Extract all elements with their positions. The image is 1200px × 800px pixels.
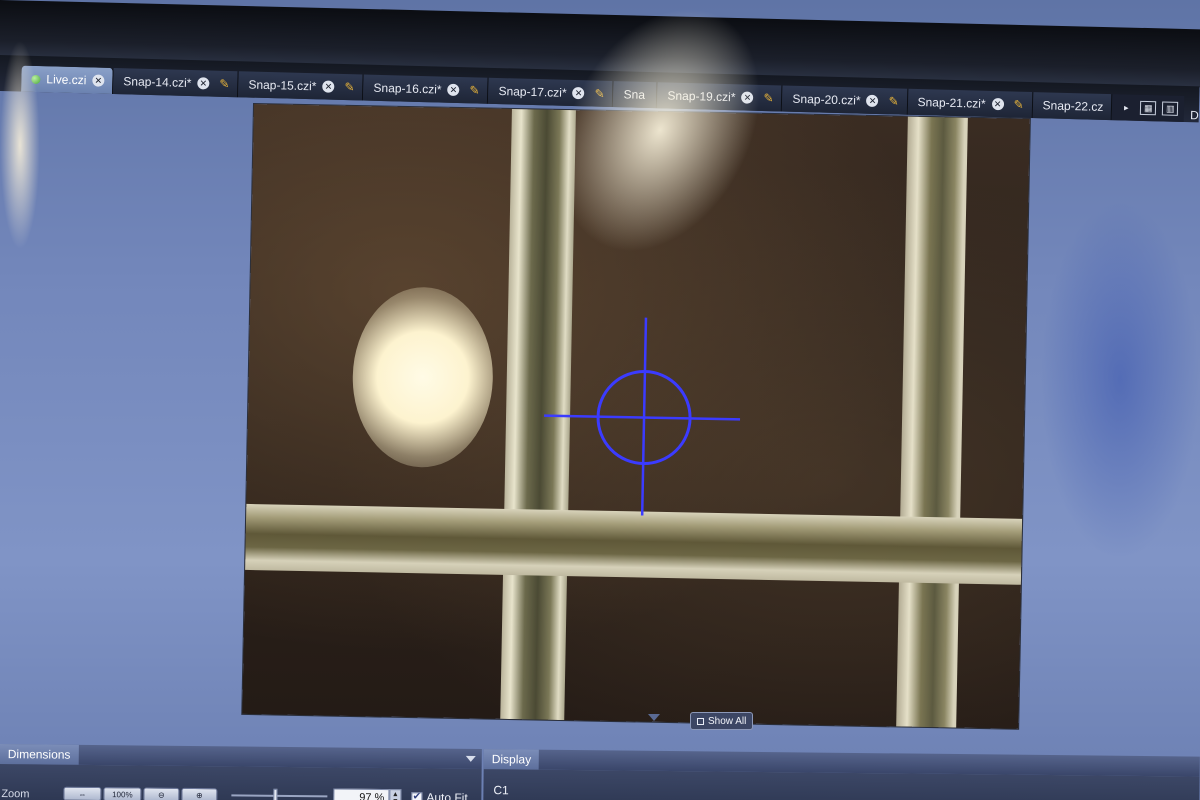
close-icon[interactable]: ✕	[92, 74, 105, 87]
tab-snap-20[interactable]: Snap-20.czi* ✕ ✎	[782, 85, 908, 115]
tab-display[interactable]: Display	[483, 749, 540, 770]
autofit-label: Auto Fit	[426, 790, 468, 800]
chevron-down-icon[interactable]	[465, 755, 476, 762]
pencil-icon: ✎	[888, 94, 899, 109]
tab-toolbar: ▸ ▦ ▥	[1112, 94, 1185, 123]
split-view-icon[interactable]: ▥	[1162, 101, 1179, 116]
zoom-in-button[interactable]: ⊕	[181, 787, 218, 800]
pencil-icon: ✎	[469, 83, 480, 98]
grid-bar-vertical	[896, 116, 968, 728]
tab-snap-19[interactable]: Snap-19.czi* ✕ ✎	[657, 82, 783, 112]
zoom-100-button[interactable]: 100%	[103, 787, 142, 800]
pencil-icon: ✎	[344, 80, 355, 95]
close-icon[interactable]: ✕	[572, 87, 585, 100]
dimensions-panel: Zoom ⇔ 100% ⊖ ⊕ 97 % ▲▼ ✔ Auto Fit	[0, 763, 482, 800]
fit-width-button[interactable]: ⇔	[63, 786, 102, 800]
pencil-icon: ✎	[594, 86, 605, 101]
zoom-spinner[interactable]: ▲▼	[389, 789, 402, 800]
tab-label: Live.czi	[46, 72, 87, 88]
tab-label: Snap-16.czi*	[373, 80, 442, 97]
channel-label: C1	[493, 783, 509, 798]
tab-label: Snap-22.cz	[1042, 98, 1104, 114]
tab-snap-18-partial[interactable]: Sna	[613, 81, 658, 109]
tab-label: Snap-19.czi*	[667, 88, 736, 105]
checkbox-icon	[697, 717, 704, 725]
tab-label: Snap-17.czi*	[498, 84, 567, 100]
image-viewport[interactable]	[242, 104, 1030, 729]
tab-label: Snap-21.czi*	[917, 95, 986, 111]
checkmark-icon: ✔	[411, 791, 423, 800]
screen-reflection	[1040, 200, 1200, 560]
autofit-checkbox[interactable]: ✔ Auto Fit	[411, 790, 468, 800]
live-status-icon	[31, 74, 41, 84]
tab-snap-15[interactable]: Snap-15.czi* ✕ ✎	[238, 71, 364, 101]
pencil-icon: ✎	[763, 91, 774, 106]
zoom-out-button[interactable]: ⊖	[143, 787, 180, 800]
close-icon[interactable]: ✕	[322, 80, 335, 93]
close-icon[interactable]: ✕	[197, 77, 210, 90]
light-glare	[351, 285, 495, 469]
tab-snap-14[interactable]: Snap-14.czi* ✕ ✎	[113, 67, 239, 98]
crosshair-icon	[544, 317, 741, 516]
zoom-in-icon: ⊕	[195, 790, 203, 800]
bottom-panels: Dimensions Display Zoom ⇔ 100% ⊖ ⊕ 97 % …	[0, 734, 1200, 800]
scroll-right-icon[interactable]: ▸	[1118, 100, 1134, 114]
tab-snap-17[interactable]: Snap-17.czi* ✕ ✎	[488, 77, 614, 108]
zoom-value-input[interactable]: 97 %	[333, 788, 390, 800]
tab-dimensions[interactable]: Dimensions	[0, 743, 79, 765]
tab-label: Snap-20.czi*	[792, 91, 861, 108]
zoom-label: Zoom	[1, 788, 30, 800]
close-icon[interactable]: ✕	[991, 97, 1004, 111]
edge-label: D	[1189, 108, 1200, 123]
tab-live[interactable]: Live.czi ✕	[21, 65, 114, 94]
show-all-button[interactable]: Show All	[690, 712, 754, 730]
grid-view-icon[interactable]: ▦	[1140, 100, 1157, 116]
close-icon[interactable]: ✕	[866, 94, 879, 108]
tab-label: Snap-15.czi*	[248, 77, 317, 94]
tab-snap-22[interactable]: Snap-22.cz	[1032, 92, 1113, 121]
zoom-slider-thumb[interactable]	[273, 788, 278, 800]
pencil-icon: ✎	[1013, 97, 1024, 112]
zoom-slider-track[interactable]	[231, 794, 328, 798]
zoom-out-icon: ⊖	[157, 790, 165, 800]
close-icon[interactable]: ✕	[447, 83, 460, 97]
pencil-icon: ✎	[219, 76, 230, 92]
tab-label: Sna	[623, 87, 646, 102]
close-icon[interactable]: ✕	[741, 91, 754, 104]
tab-label: Snap-14.czi*	[123, 74, 192, 91]
tab-snap-21[interactable]: Snap-21.czi* ✕ ✎	[907, 88, 1034, 119]
collapse-panel-icon[interactable]	[648, 714, 660, 721]
show-all-label: Show All	[708, 715, 747, 727]
tab-snap-16[interactable]: Snap-16.czi* ✕ ✎	[363, 74, 489, 104]
